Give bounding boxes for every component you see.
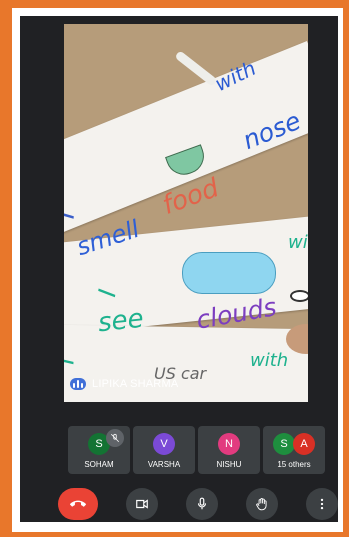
participant-tile-varsha[interactable]: V VARSHA bbox=[133, 426, 195, 474]
end-call-icon bbox=[70, 500, 86, 507]
speaker-label: LIPIKA SHARMA bbox=[70, 378, 178, 390]
participant-strip: S SOHAM V VARSHA N NISHU S A 15 others bbox=[68, 426, 325, 474]
speaker-name: LIPIKA SHARMA bbox=[92, 378, 179, 390]
more-vert-icon bbox=[320, 498, 324, 510]
end-call-button[interactable] bbox=[58, 488, 98, 520]
participant-tile-soham[interactable]: S SOHAM bbox=[68, 426, 130, 474]
word-with: with bbox=[288, 232, 308, 253]
participant-tile-nishu[interactable]: N NISHU bbox=[198, 426, 260, 474]
microphone-button[interactable] bbox=[186, 488, 218, 520]
microphone-icon bbox=[197, 497, 207, 510]
camera-icon bbox=[136, 499, 148, 509]
participant-name: SOHAM bbox=[84, 460, 114, 469]
participant-name: NISHU bbox=[216, 460, 242, 469]
eye-drawing bbox=[290, 290, 308, 302]
participant-name: VARSHA bbox=[147, 460, 181, 469]
word-i: I bbox=[64, 356, 80, 366]
avatar: S bbox=[273, 433, 295, 455]
word-with: with bbox=[250, 350, 289, 371]
main-video-feed[interactable]: I smell food nose with I see clouds with… bbox=[64, 24, 308, 402]
chalk-image bbox=[174, 50, 218, 87]
avatar: V bbox=[153, 433, 175, 455]
hand-icon bbox=[256, 497, 267, 511]
avatar: N bbox=[218, 433, 240, 455]
audio-bars-icon bbox=[70, 378, 86, 390]
participant-name: 15 others bbox=[277, 460, 311, 469]
more-options-button[interactable] bbox=[306, 488, 338, 520]
cloud-drawing bbox=[182, 252, 276, 294]
camera-button[interactable] bbox=[126, 488, 158, 520]
word-see: see bbox=[96, 303, 145, 339]
word-i: I bbox=[64, 209, 82, 221]
call-controls bbox=[20, 484, 338, 522]
raise-hand-button[interactable] bbox=[246, 488, 278, 520]
participant-tile-others[interactable]: S A 15 others bbox=[263, 426, 325, 474]
avatar: A bbox=[293, 433, 315, 455]
mic-off-icon bbox=[106, 429, 124, 447]
video-call-window: I smell food nose with I see clouds with… bbox=[20, 16, 338, 522]
